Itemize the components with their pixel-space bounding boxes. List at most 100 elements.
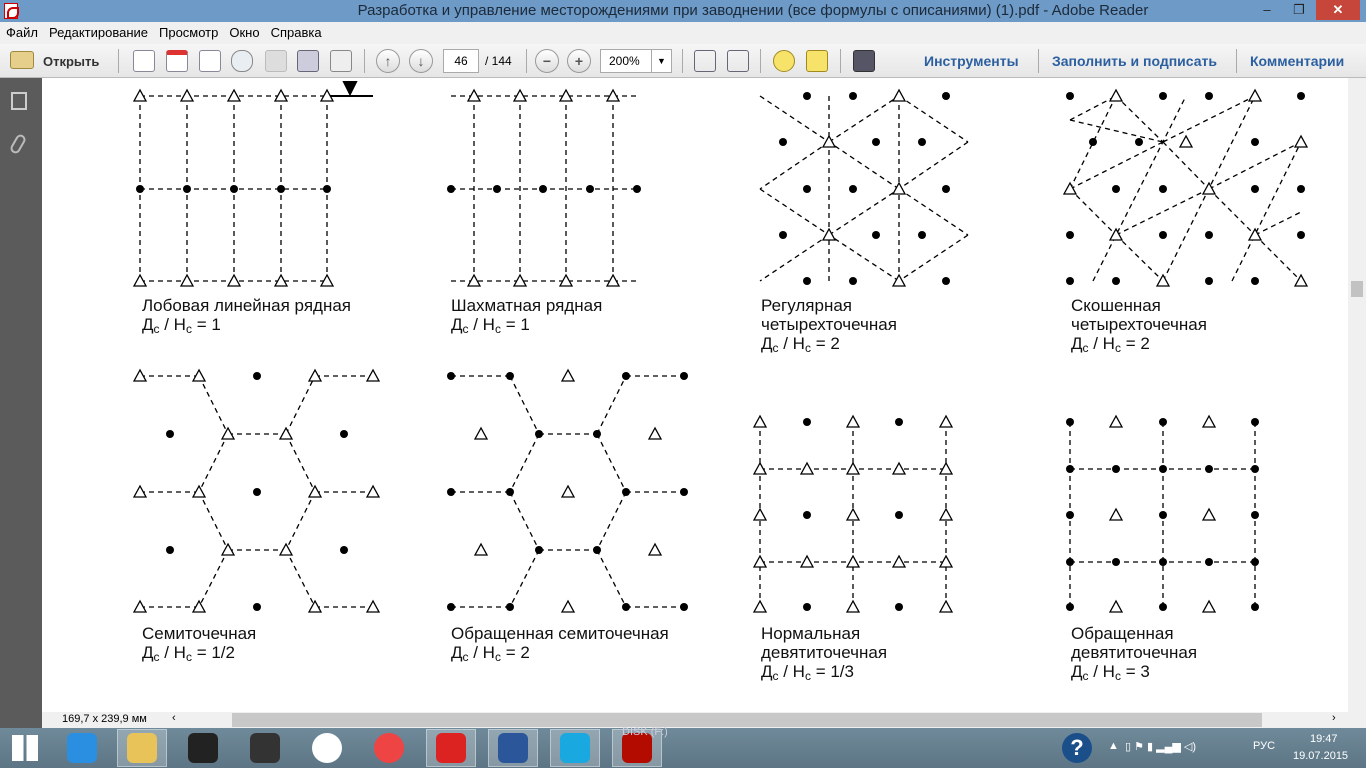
production-well-dot — [447, 372, 455, 380]
production-well-dot — [535, 546, 543, 554]
injection-well-triangle — [647, 542, 663, 556]
production-well-dot — [1205, 231, 1213, 239]
comments-button[interactable]: Комментарии — [1250, 53, 1344, 69]
full-screen-icon[interactable] — [853, 50, 875, 72]
taskbar-app-file-explorer[interactable] — [117, 729, 167, 767]
tray-icons[interactable]: ▯ ⚑ ▮ ▂▄▆ ◁) — [1125, 740, 1196, 753]
start-button[interactable] — [0, 729, 50, 767]
zoom-in-button[interactable]: + — [567, 49, 591, 73]
tools-button[interactable]: Инструменты — [924, 53, 1019, 69]
pattern-caption: Обращенная девятиточечная Дс / Нс = 3 — [1071, 624, 1197, 686]
production-well-dot — [872, 231, 880, 239]
dashed-line — [596, 491, 627, 551]
tray-expand-icon[interactable]: ▲ — [1108, 740, 1119, 752]
save-icon[interactable] — [265, 50, 287, 72]
production-well-dot — [895, 418, 903, 426]
scroll-right-icon[interactable]: › — [1332, 712, 1336, 724]
menu-edit[interactable]: Редактирование — [43, 22, 153, 40]
injection-well-triangle — [1108, 507, 1124, 521]
taskbar-app-chrome[interactable] — [364, 729, 414, 767]
menu-help[interactable]: Справка — [265, 22, 327, 40]
close-button[interactable]: ✕ — [1316, 0, 1360, 20]
zoom-select[interactable]: 200% ▼ — [600, 49, 672, 73]
fit-width-icon[interactable] — [727, 50, 749, 72]
taskbar-app-word[interactable] — [488, 729, 538, 767]
production-well-dot — [447, 603, 455, 611]
production-well-dot — [803, 185, 811, 193]
water-level-marker — [330, 81, 373, 97]
injection-well-triangle — [845, 507, 861, 521]
help-icon[interactable]: ? — [1062, 733, 1092, 763]
injection-well-triangle — [226, 273, 242, 287]
production-well-dot — [1205, 558, 1213, 566]
attachment-icon[interactable] — [8, 132, 28, 156]
injection-well-triangle — [365, 368, 381, 382]
cloud-upload-icon[interactable] — [231, 50, 253, 72]
webcam-icon — [188, 733, 218, 763]
clock-time[interactable]: 19:47 — [1310, 733, 1338, 745]
next-page-button[interactable]: ↓ — [409, 49, 433, 73]
dashed-line — [509, 549, 540, 608]
dashed-line — [1115, 95, 1164, 143]
dashed-line — [596, 549, 627, 608]
menu-file[interactable]: Файл — [0, 22, 43, 40]
taskbar-app-internet-explorer[interactable] — [57, 729, 107, 767]
production-well-dot — [622, 488, 630, 496]
production-well-dot — [622, 372, 630, 380]
drive-label: DISK (F:) — [622, 726, 668, 738]
page-number-input[interactable]: 46 — [443, 49, 479, 73]
injection-well-triangle — [845, 554, 861, 568]
chevron-down-icon[interactable]: ▼ — [651, 50, 671, 72]
injection-well-triangle — [845, 461, 861, 475]
taskbar-app-paint-app[interactable] — [240, 729, 290, 767]
production-well-dot — [1159, 465, 1167, 473]
pattern-name: Семиточечная — [142, 624, 257, 643]
taskbar-app-hp[interactable] — [302, 729, 352, 767]
pattern-ratio: Дс / Нс = 1/2 — [142, 643, 235, 664]
taskbar-app-yandex-browser[interactable] — [426, 729, 476, 767]
production-well-dot — [942, 185, 950, 193]
production-well-dot — [942, 92, 950, 100]
minimize-button[interactable]: – — [1252, 0, 1282, 20]
language-indicator[interactable]: РУС — [1253, 740, 1275, 752]
zoom-out-button[interactable]: − — [535, 49, 559, 73]
yandex-browser-icon — [436, 733, 466, 763]
open-label: Открыть — [43, 54, 100, 69]
menu-window[interactable]: Окно — [223, 22, 264, 40]
horizontal-scrollbar[interactable] — [232, 713, 1262, 727]
taskbar-app-skype[interactable] — [550, 729, 600, 767]
restore-button[interactable]: ❐ — [1284, 0, 1314, 20]
edit-document-icon[interactable] — [199, 50, 221, 72]
injection-well-triangle — [1108, 88, 1124, 102]
scroll-thumb[interactable] — [1351, 281, 1363, 297]
comment-icon[interactable] — [773, 50, 795, 72]
production-well-dot — [1297, 231, 1305, 239]
open-button[interactable]: Открыть — [8, 49, 108, 73]
highlight-icon[interactable] — [806, 50, 828, 72]
injection-well-triangle — [1108, 599, 1124, 613]
pattern-name: Лобовая линейная рядная — [142, 296, 351, 315]
print-icon[interactable] — [297, 50, 319, 72]
injection-well-triangle — [1201, 181, 1217, 195]
scroll-left-icon[interactable]: ‹ — [172, 712, 176, 724]
dashed-line — [1115, 188, 1210, 236]
taskbar-app-webcam[interactable] — [178, 729, 228, 767]
combine-files-icon[interactable] — [166, 50, 188, 72]
menu-view[interactable]: Просмотр — [153, 22, 223, 40]
create-pdf-icon[interactable] — [133, 50, 155, 72]
production-well-dot — [1297, 185, 1305, 193]
dashed-line — [828, 95, 900, 143]
production-well-dot — [849, 185, 857, 193]
dashed-line — [596, 375, 627, 435]
vertical-scrollbar[interactable] — [1348, 78, 1366, 728]
email-icon[interactable] — [330, 50, 352, 72]
pattern-ratio: Дс / Нс = 2 — [1071, 334, 1150, 355]
fit-page-icon[interactable] — [694, 50, 716, 72]
fill-sign-button[interactable]: Заполнить и подписать — [1052, 53, 1217, 69]
injection-well-triangle — [891, 554, 907, 568]
clock-date[interactable]: 19.07.2015 — [1293, 750, 1348, 762]
dashed-line — [828, 141, 900, 190]
previous-page-button[interactable]: ↑ — [376, 49, 400, 73]
pages-thumbnail-icon[interactable] — [11, 92, 27, 110]
pattern-caption: Лобовая линейная рядная Дс / Нс = 1 — [142, 296, 351, 339]
